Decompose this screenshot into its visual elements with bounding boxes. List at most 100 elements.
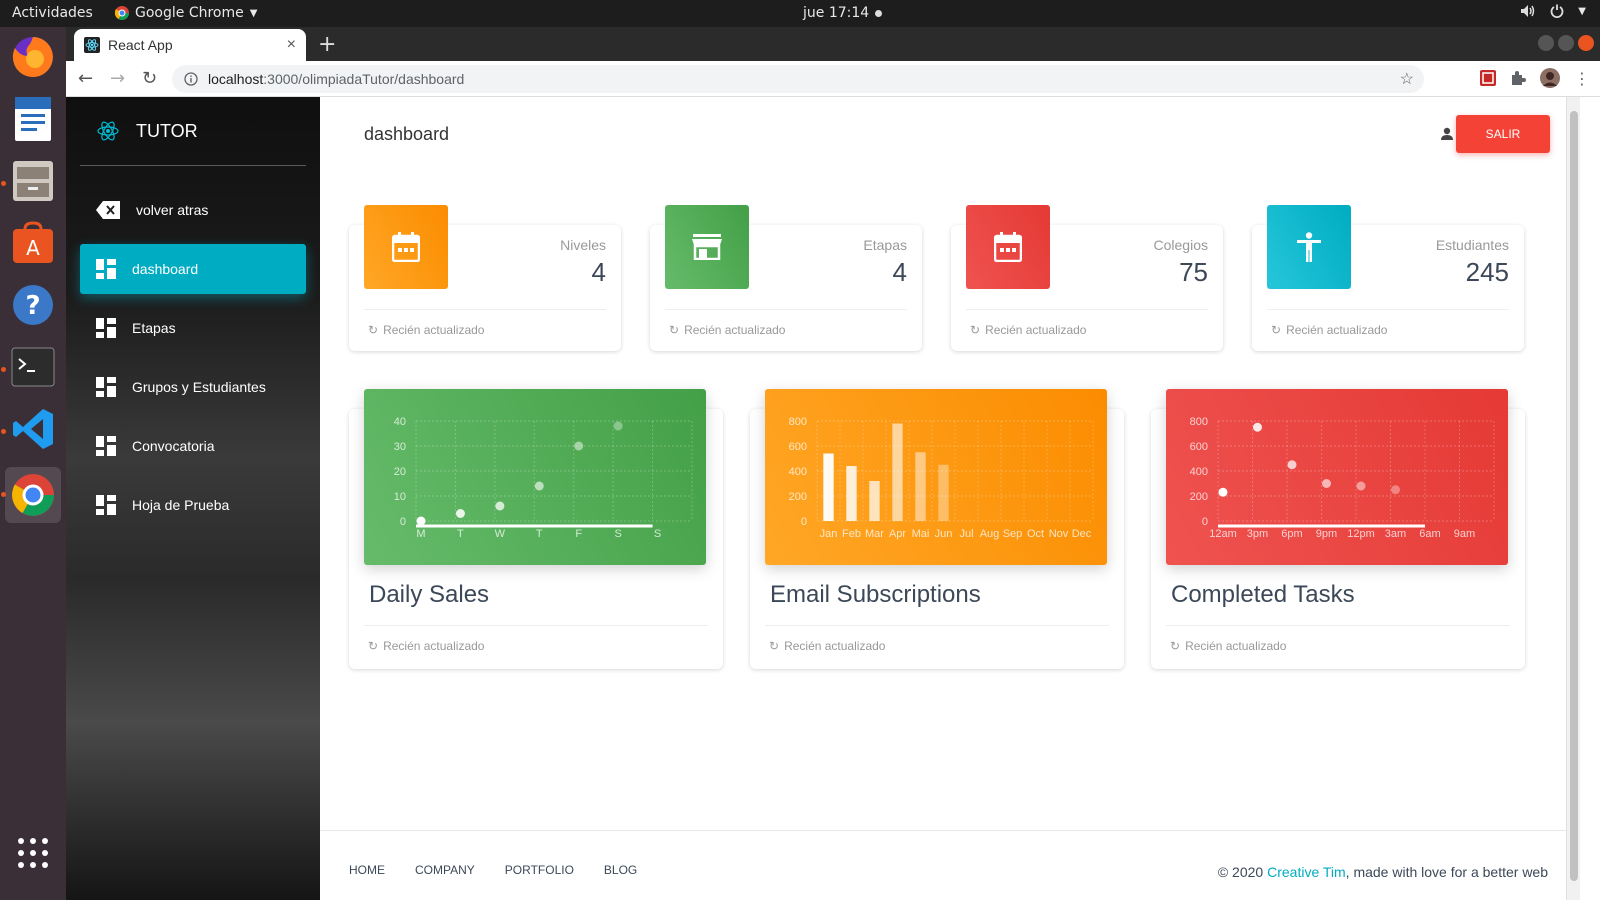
stat-footer: ↻ Recién actualizado (669, 323, 785, 337)
x-tick-label: Mai (912, 528, 930, 540)
chart-card-completed-tasks: 0 200 400 600 800 12am 3pm 6pm 9pm 12pm 3am 6am 9am … (1151, 389, 1525, 669)
volume-icon (1521, 5, 1535, 17)
minimize-button[interactable] (1538, 35, 1554, 51)
stat-value: 245 (1465, 257, 1509, 287)
running-indicator (1, 367, 6, 372)
files-launcher[interactable] (5, 153, 61, 209)
chart-footer: ↻ Recién actualizado (368, 639, 484, 653)
x-tick-label: 6pm (1281, 528, 1302, 540)
show-applications-button[interactable] (5, 825, 61, 881)
chrome-launcher[interactable] (5, 467, 61, 523)
terminal-launcher[interactable] (5, 339, 61, 395)
logout-button[interactable]: SALIR (1456, 115, 1550, 153)
footer-link-home[interactable]: HOME (349, 863, 385, 877)
stat-footer-text: Recién actualizado (1286, 323, 1388, 337)
y-tick-label: 200 (789, 491, 807, 503)
sidebar-item-dashboard[interactable]: dashboard (80, 244, 306, 294)
maximize-button[interactable] (1558, 35, 1574, 51)
y-tick-label: 0 (1202, 516, 1208, 528)
card-divider (1267, 309, 1509, 310)
reload-icon[interactable]: ↻ (142, 68, 157, 89)
copyright: © 2020 Creative Tim, made with love for … (1218, 864, 1548, 880)
browser-toolbar: ← → ↻ localhost:3000/olimpiadaTutor/dash… (66, 61, 1600, 97)
chart-header: 0 10 20 30 40 M T W T F S S (364, 389, 706, 565)
y-tick-label: 40 (394, 416, 406, 428)
software-launcher[interactable]: A (5, 215, 61, 271)
stat-value: 4 (892, 257, 907, 287)
y-tick-label: 800 (789, 416, 807, 428)
creative-tim-link[interactable]: Creative Tim (1267, 864, 1346, 880)
bar (869, 481, 880, 521)
brand[interactable]: TUTOR (96, 119, 198, 143)
bookmark-star-icon[interactable]: ☆ (1400, 69, 1414, 89)
sidebar: TUTOR volver atras dashboard Etapas Grup… (66, 97, 320, 900)
y-tick-label: 0 (801, 516, 807, 528)
sidebar-item-volver-atras[interactable]: volver atras (80, 185, 306, 235)
more-menu-icon[interactable]: ⋮ (1574, 69, 1590, 88)
data-point (455, 509, 465, 518)
app-name: Google Chrome (135, 5, 244, 21)
y-tick-label: 30 (394, 441, 406, 453)
footer-link-blog[interactable]: BLOG (604, 863, 637, 877)
browser-tab[interactable]: React App × (74, 29, 306, 61)
person-icon[interactable] (1440, 127, 1454, 141)
chart-footer-text: Recién actualizado (784, 639, 886, 653)
profile-avatar-icon[interactable] (1540, 68, 1560, 88)
sidebar-item-convocatoria[interactable]: Convocatoria (80, 421, 306, 471)
page-footer: HOME COMPANY PORTFOLIO BLOG © 2020 Creat… (320, 830, 1566, 900)
stat-footer: ↻ Recién actualizado (368, 323, 484, 337)
help-launcher[interactable]: ? (5, 277, 61, 333)
completed-tasks-chart: 0 200 400 600 800 12am 3pm 6pm 9pm 12pm 3am 6am 9am (1190, 416, 1495, 540)
stat-label: Estudiantes (1435, 237, 1509, 253)
y-tick-label: 400 (1190, 466, 1208, 478)
chart-title: Email Subscriptions (770, 581, 981, 608)
running-indicator (1, 429, 6, 434)
x-tick-label: Aug (980, 528, 1000, 540)
clock[interactable]: jue 17:14 (803, 5, 883, 21)
system-tray[interactable]: ▼ (1520, 4, 1586, 18)
chart-header: 0 200 400 600 800 Jan Feb Mar Apr Mai Jun Jul Aug Sep… (765, 389, 1107, 565)
sidebar-item-etapas[interactable]: Etapas (80, 303, 306, 353)
data-point (1356, 481, 1366, 491)
stat-card-etapas: Etapas 4 ↻ Recién actualizado (650, 205, 922, 351)
stat-icon-box (1267, 205, 1351, 289)
footer-link-portfolio[interactable]: PORTFOLIO (505, 863, 574, 877)
extension-app-icon[interactable] (1480, 70, 1496, 86)
software-center-icon: A (13, 221, 53, 263)
data-point (613, 421, 623, 431)
sidebar-item-label: Etapas (132, 320, 176, 336)
close-tab-icon[interactable]: × (287, 36, 296, 54)
card-divider (765, 625, 1109, 626)
backspace-icon (96, 201, 120, 219)
new-tab-button[interactable]: + (318, 32, 336, 57)
stat-icon-box (364, 205, 448, 289)
dashboard-icon (96, 259, 116, 279)
footer-link-company[interactable]: COMPANY (415, 863, 475, 877)
activities-button[interactable]: Actividades (12, 5, 93, 21)
close-window-button[interactable] (1578, 35, 1594, 51)
x-tick-label: T (457, 528, 464, 540)
bar (823, 453, 834, 521)
forward-icon[interactable]: → (110, 68, 125, 89)
scrollbar-thumb[interactable] (1570, 111, 1578, 881)
x-tick-label: S (614, 528, 621, 540)
page-scrollbar[interactable] (1566, 97, 1580, 900)
back-icon[interactable]: ← (78, 68, 93, 89)
stat-footer: ↻ Recién actualizado (970, 323, 1086, 337)
firefox-launcher[interactable] (5, 29, 61, 85)
email-subscriptions-chart: 0 200 400 600 800 Jan Feb Mar Apr Mai Jun Jul Aug Sep… (789, 416, 1094, 540)
daily-sales-chart: 0 10 20 30 40 M T W T F S S (394, 416, 693, 540)
app-menu[interactable]: Google Chrome ▼ (115, 5, 257, 21)
bar (938, 464, 949, 521)
system-top-bar: Actividades Google Chrome ▼ jue 17:14 ▼ (0, 0, 1600, 27)
writer-launcher[interactable] (5, 91, 61, 147)
tab-strip: React App × + (66, 27, 1600, 61)
data-point (1287, 460, 1297, 470)
sidebar-item-hoja-de-prueba[interactable]: Hoja de Prueba (80, 480, 306, 530)
chevron-down-icon: ▼ (1578, 5, 1586, 17)
update-icon: ↻ (368, 323, 379, 337)
vscode-launcher[interactable] (5, 401, 61, 457)
sidebar-item-grupos[interactable]: Grupos y Estudiantes (80, 362, 306, 412)
puzzle-icon[interactable] (1510, 70, 1526, 86)
address-bar[interactable]: localhost:3000/olimpiadaTutor/dashboard … (172, 65, 1424, 93)
